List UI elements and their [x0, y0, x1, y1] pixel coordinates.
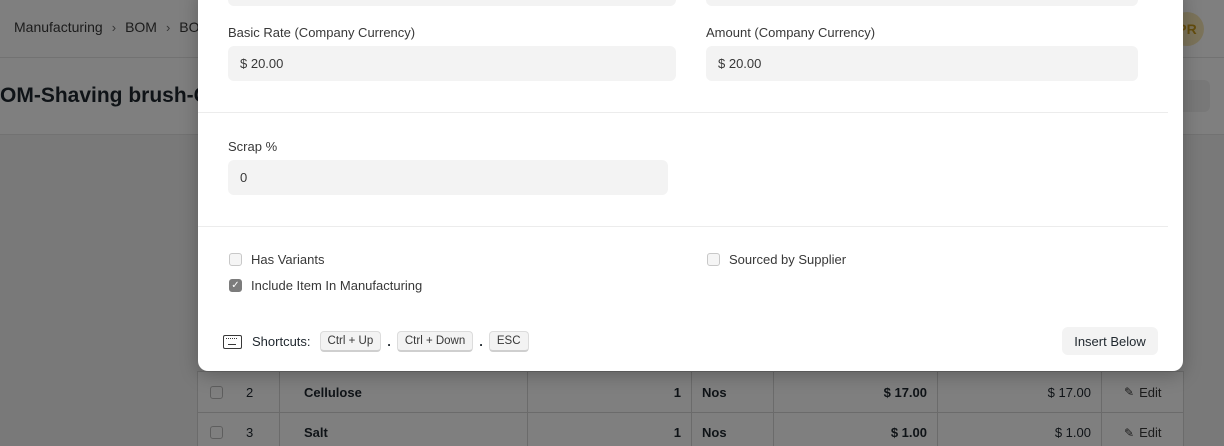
sourced-by-supplier-checkbox-row[interactable]: Sourced by Supplier	[707, 252, 846, 267]
amount-label: Amount (Company Currency)	[706, 25, 876, 40]
shortcut-key: ESC	[488, 331, 529, 352]
include-item-checkbox[interactable]: ✓	[229, 279, 242, 292]
sourced-by-supplier-checkbox[interactable]	[707, 253, 720, 266]
keyboard-icon	[223, 334, 242, 349]
amount-input[interactable]: $ 20.00	[706, 46, 1138, 81]
previous-field-input[interactable]	[706, 0, 1138, 6]
sourced-by-supplier-label: Sourced by Supplier	[729, 252, 847, 267]
has-variants-checkbox-row[interactable]: Has Variants	[229, 252, 324, 267]
shortcuts-label: Shortcuts:	[252, 334, 311, 349]
insert-below-button[interactable]: Insert Below	[1062, 327, 1158, 355]
shortcut-key: Ctrl + Down	[396, 331, 474, 352]
include-item-label: Include Item In Manufacturing	[251, 278, 423, 293]
shortcut-key: Ctrl + Up	[319, 331, 382, 352]
check-icon: ✓	[231, 279, 240, 291]
shortcut-separator: .	[479, 334, 483, 349]
scrap-input[interactable]: 0	[228, 160, 668, 195]
has-variants-checkbox[interactable]	[229, 253, 242, 266]
include-item-checkbox-row[interactable]: ✓ Include Item In Manufacturing	[229, 278, 422, 293]
basic-rate-input[interactable]: $ 20.00	[228, 46, 676, 81]
has-variants-label: Has Variants	[251, 252, 325, 267]
row-edit-dialog: Basic Rate (Company Currency) $ 20.00 Am…	[198, 0, 1183, 371]
basic-rate-label: Basic Rate (Company Currency)	[228, 25, 416, 40]
shortcuts-bar: Shortcuts: Ctrl + Up . Ctrl + Down . ESC	[223, 331, 529, 352]
scrap-label: Scrap %	[228, 139, 278, 154]
previous-field-input[interactable]	[228, 0, 676, 6]
shortcut-separator: .	[387, 334, 391, 349]
section-divider	[198, 226, 1168, 227]
section-divider	[198, 112, 1168, 113]
